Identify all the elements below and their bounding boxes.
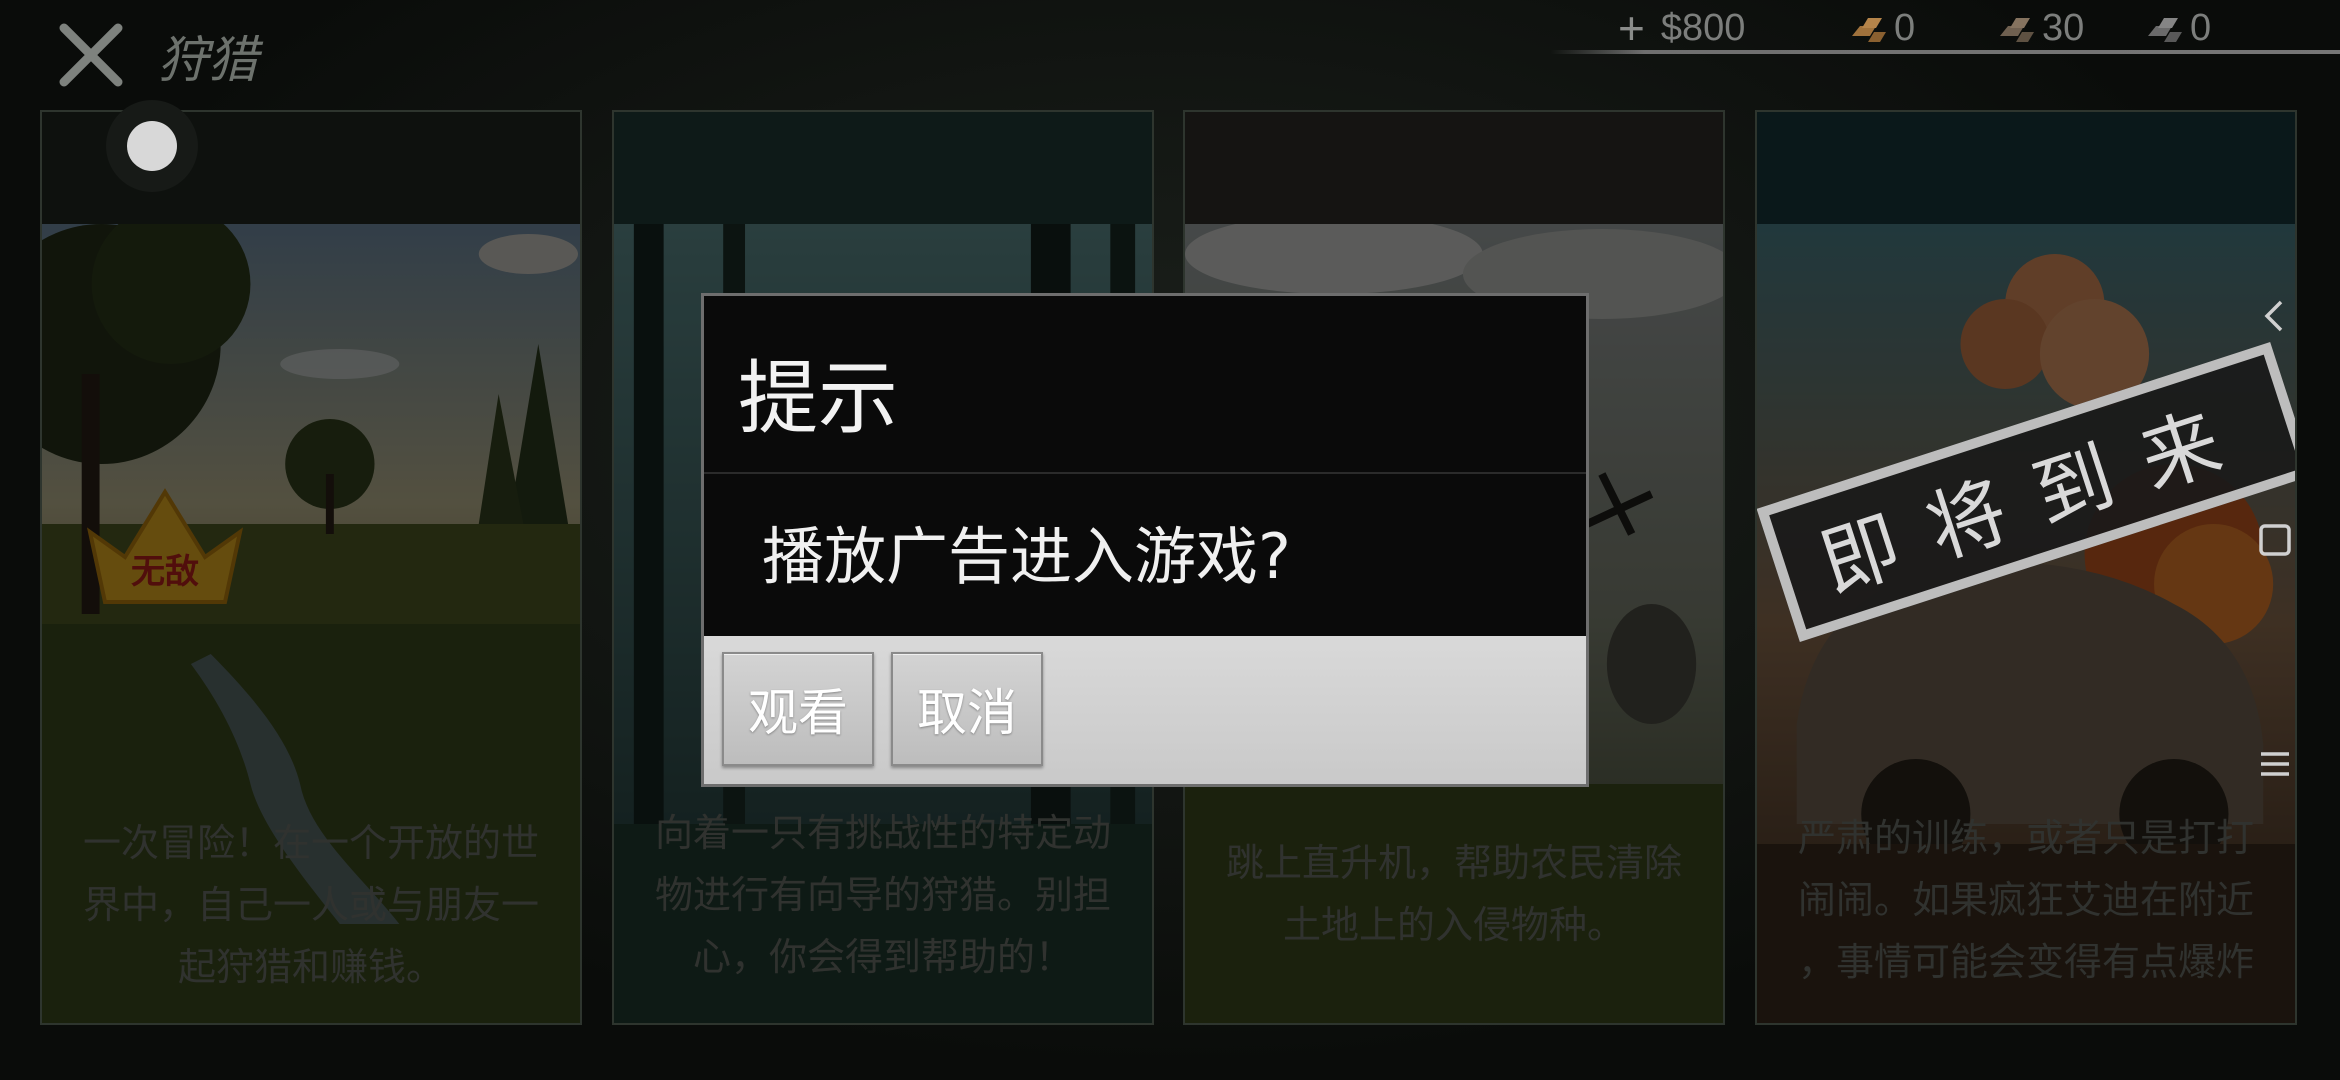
ad-prompt-dialog: 提示 播放广告进入游戏? 观看 取消 <box>701 293 1589 787</box>
silver-bars-icon <box>2148 18 2182 42</box>
card-description-line: 向着一只有挑战性的特定动 <box>654 811 1111 855</box>
card-description-line: 界中，自己一人或与朋友一 <box>82 883 539 927</box>
card-description: 向着一只有挑战性的特定动 物进行有向导的狩猎。别担 心，你会得到帮助的！ <box>634 802 1132 988</box>
mode-card-free-hunt[interactable]: 一次冒险！在一个开放的世 界中，自己一人或与朋友一 起狩猎和赚钱。 无敌 <box>40 110 582 1025</box>
cancel-button[interactable]: 取消 <box>891 652 1043 766</box>
card-description-line: 跳上直升机，帮助农民清除 <box>1225 841 1682 885</box>
menu-button[interactable] <box>2255 744 2295 784</box>
gold-value: 0 <box>1894 6 1916 49</box>
card-description-line: 一次冒险！在一个开放的世 <box>82 821 539 865</box>
menu-lines-icon <box>2261 752 2289 776</box>
floating-assist-button[interactable] <box>106 100 198 192</box>
game-screen: 一次冒险！在一个开放的世 界中，自己一人或与朋友一 起狩猎和赚钱。 无敌 向着一… <box>0 0 2340 1080</box>
dialog-message: 播放广告进入游戏? <box>762 520 1291 593</box>
dialog-divider <box>704 472 1586 474</box>
gold-bars-icon <box>1852 18 1886 42</box>
card-description: 一次冒险！在一个开放的世 界中，自己一人或与朋友一 起狩猎和赚钱。 <box>62 812 560 998</box>
mode-card-training[interactable]: 严肃的训练，或者只是打打 闹闹。如果疯狂艾迪在附近 ，事情可能会变得有点爆炸 即… <box>1755 110 2297 1025</box>
silver-counter: 0 <box>2144 4 2211 52</box>
bronze-counter: 30 <box>1996 4 2084 52</box>
home-button[interactable] <box>2255 520 2295 560</box>
invincible-crown-badge: 无敌 <box>80 482 250 612</box>
plus-icon: + <box>1618 2 1645 54</box>
card-header <box>1185 112 1723 224</box>
card-header <box>614 112 1152 224</box>
card-description-line: 闹闹。如果疯狂艾迪在附近 <box>1797 878 2254 922</box>
watch-ad-button[interactable]: 观看 <box>722 652 874 766</box>
close-icon <box>59 23 123 87</box>
card-description-line: 心，你会得到帮助的！ <box>692 935 1073 979</box>
card-description-line: 物进行有向导的狩猎。别担 <box>654 873 1111 917</box>
card-description-line: ，事情可能会变得有点爆炸 <box>1797 940 2254 984</box>
money-counter[interactable]: + $800 <box>1618 2 1746 54</box>
gold-counter: 0 <box>1848 4 1915 52</box>
close-button[interactable] <box>56 20 126 90</box>
card-description: 跳上直升机，帮助农民清除 土地上的入侵物种。 <box>1205 832 1703 956</box>
card-description: 严肃的训练，或者只是打打 闹闹。如果疯狂艾迪在附近 ，事情可能会变得有点爆炸 <box>1777 807 2275 993</box>
card-description-line: 起狩猎和赚钱。 <box>177 945 444 989</box>
dialog-button-bar: 观看 取消 <box>704 636 1586 784</box>
card-description-line: 土地上的入侵物种。 <box>1282 903 1625 947</box>
bronze-bars-icon <box>2000 18 2034 42</box>
money-value: $800 <box>1660 6 1746 49</box>
back-chevron-icon <box>2264 300 2283 332</box>
badge-label: 无敌 <box>131 552 199 592</box>
page-title: 狩猎 <box>158 31 258 89</box>
card-description-line: 严肃的训练，或者只是打打 <box>1797 816 2254 860</box>
dialog-title: 提示 <box>738 352 898 445</box>
silver-value: 0 <box>2190 6 2212 49</box>
bronze-value: 30 <box>2042 6 2085 49</box>
back-button[interactable] <box>2255 296 2295 336</box>
square-home-icon <box>2259 524 2291 556</box>
card-header <box>1757 112 2295 224</box>
